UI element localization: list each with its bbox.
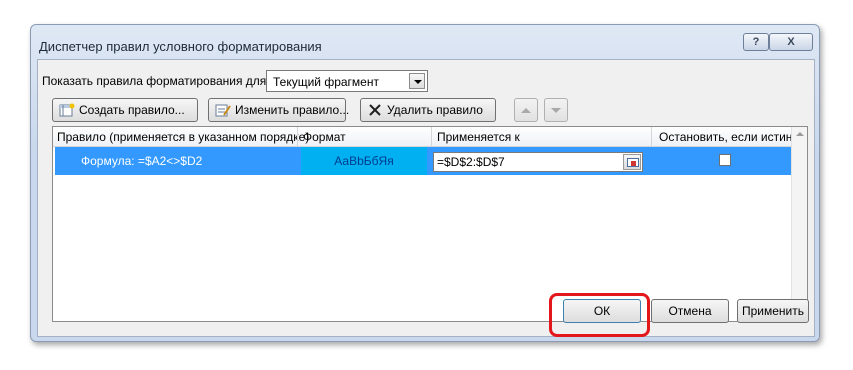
cancel-button[interactable]: Отмена xyxy=(651,299,729,323)
scroll-up-icon[interactable] xyxy=(796,132,804,136)
close-button[interactable]: X xyxy=(769,33,813,51)
move-up-button[interactable] xyxy=(514,98,538,122)
rules-header: Правило (применяется в указанном порядке… xyxy=(53,127,799,147)
format-preview: АаВbБбЯя xyxy=(301,147,427,175)
new-rule-label: Создать правило... xyxy=(79,103,185,117)
rules-toolbar: Создать правило... Изменить правило... У… xyxy=(48,98,806,126)
dialog-title: Диспетчер правил условного форматировани… xyxy=(39,39,322,54)
header-separator xyxy=(297,127,298,147)
vertical-scrollbar[interactable] xyxy=(791,127,807,321)
header-separator xyxy=(651,127,652,147)
rule-description: Формула: =$A2<>$D2 xyxy=(81,154,203,168)
new-rule-icon xyxy=(59,103,75,117)
edit-rule-icon xyxy=(215,104,231,117)
delete-rule-label: Удалить правило xyxy=(387,103,483,117)
show-rules-label: Показать правила форматирования для: xyxy=(42,74,270,88)
header-applies-to: Применяется к xyxy=(437,130,520,144)
delete-icon xyxy=(369,104,381,116)
header-stop-if-true: Остановить, если истина xyxy=(659,130,800,144)
title-bar: Диспетчер правил условного форматировани… xyxy=(31,25,819,59)
rule-row[interactable]: Формула: =$A2<>$D2 АаВbБбЯя =$D$2:$D$7 xyxy=(55,147,791,175)
edit-rule-button[interactable]: Изменить правило... xyxy=(208,98,350,122)
header-rule: Правило (применяется в указанном порядке… xyxy=(57,130,310,144)
ok-highlight-annotation xyxy=(549,293,650,337)
show-rules-selected: Текущий фрагмент xyxy=(273,75,379,89)
apply-button[interactable]: Применить xyxy=(737,299,809,323)
collapse-dialog-icon[interactable] xyxy=(623,154,641,170)
delete-rule-button[interactable]: Удалить правило xyxy=(360,98,496,122)
applies-to-field[interactable]: =$D$2:$D$7 xyxy=(433,152,643,172)
stop-if-true-checkbox[interactable] xyxy=(719,154,731,166)
header-format: Формат xyxy=(303,130,346,144)
show-rules-dropdown[interactable]: Текущий фрагмент xyxy=(266,70,428,92)
dialog-body: Показать правила форматирования для: Тек… xyxy=(37,59,815,337)
rules-list: Правило (применяется в указанном порядке… xyxy=(52,126,808,322)
help-button[interactable]: ? xyxy=(743,33,769,51)
dropdown-arrow-icon[interactable] xyxy=(409,73,425,89)
move-down-button[interactable] xyxy=(544,98,568,122)
conditional-formatting-dialog: Диспетчер правил условного форматировани… xyxy=(30,24,820,342)
header-separator xyxy=(431,127,432,147)
edit-rule-label: Изменить правило... xyxy=(235,103,350,117)
new-rule-button[interactable]: Создать правило... xyxy=(52,98,198,122)
applies-to-value: =$D$2:$D$7 xyxy=(437,155,505,169)
